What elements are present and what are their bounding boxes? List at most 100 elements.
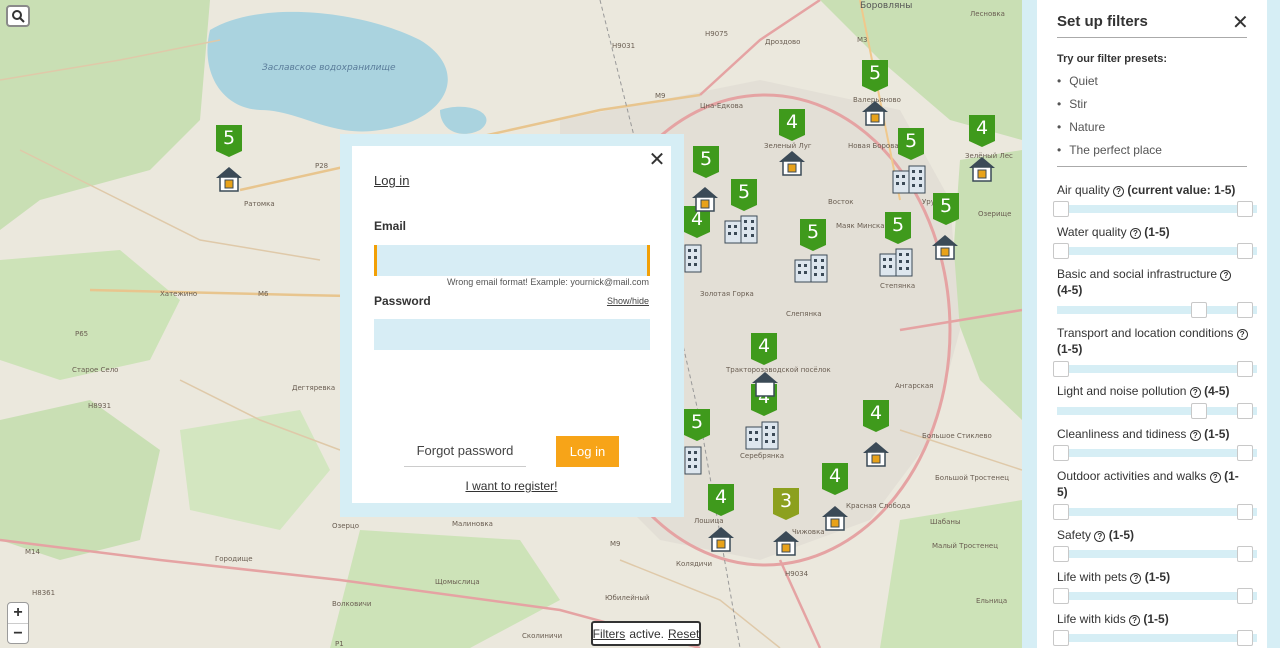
rating-marker[interactable]: 5 <box>216 125 242 157</box>
apartment-icon[interactable] <box>794 254 828 283</box>
rating-marker[interactable]: 5 <box>933 193 959 225</box>
rating-marker[interactable]: 4 <box>969 115 995 147</box>
apartment-icon[interactable] <box>684 446 714 475</box>
slider-min-handle[interactable] <box>1191 302 1207 318</box>
rating-marker[interactable]: 5 <box>885 212 911 244</box>
rating-marker[interactable]: 5 <box>684 409 710 441</box>
house-icon[interactable] <box>214 165 244 193</box>
register-link[interactable]: I want to register! <box>352 479 671 493</box>
filters-link[interactable]: Filters <box>593 627 626 641</box>
slider-max-handle[interactable] <box>1237 361 1253 377</box>
slider-max-handle[interactable] <box>1237 201 1253 217</box>
apartment-icon[interactable] <box>892 165 926 194</box>
slider-min-handle[interactable] <box>1053 504 1069 520</box>
preset-stir[interactable]: Stir <box>1057 97 1087 111</box>
show-hide-password-link[interactable]: Show/hide <box>607 296 649 306</box>
house-icon[interactable] <box>861 440 891 468</box>
help-icon[interactable]: ? <box>1094 531 1106 542</box>
slider-max-handle[interactable] <box>1237 546 1253 562</box>
house-icon[interactable] <box>750 370 780 398</box>
place-label: Сколиничи <box>522 632 563 640</box>
slider-light-noise[interactable] <box>1057 403 1257 419</box>
forgot-password-button[interactable]: Forgot password <box>404 436 526 467</box>
close-icon[interactable]: ✕ <box>648 150 666 170</box>
help-icon[interactable]: ? <box>1189 430 1201 441</box>
slider-min-handle[interactable] <box>1053 588 1069 604</box>
house-icon[interactable] <box>690 185 720 213</box>
house-icon[interactable] <box>860 99 890 127</box>
slider-min-handle[interactable] <box>1053 630 1069 646</box>
rating-marker[interactable]: 5 <box>800 219 826 251</box>
close-icon[interactable]: ✕ <box>1232 10 1249 35</box>
slider-min-handle[interactable] <box>1191 403 1207 419</box>
slider-safety[interactable] <box>1053 546 1257 562</box>
house-icon[interactable] <box>820 504 850 532</box>
slider-max-handle[interactable] <box>1237 403 1253 419</box>
preset-nature[interactable]: Nature <box>1057 120 1105 134</box>
help-icon[interactable]: ? <box>1189 387 1201 398</box>
login-tab-link[interactable]: Log in <box>374 173 409 188</box>
help-icon[interactable]: ? <box>1129 228 1141 239</box>
apartment-icon[interactable] <box>745 421 779 450</box>
slider-max-handle[interactable] <box>1237 243 1253 259</box>
house-icon[interactable] <box>777 149 807 177</box>
preset-perfect-place[interactable]: The perfect place <box>1057 143 1162 157</box>
slider-max-handle[interactable] <box>1237 588 1253 604</box>
house-icon[interactable] <box>967 155 997 183</box>
map-search-button[interactable] <box>6 5 30 27</box>
slider-max-handle[interactable] <box>1237 445 1253 461</box>
zoom-out-button[interactable]: − <box>8 623 28 643</box>
house-icon[interactable] <box>771 529 801 557</box>
email-field[interactable] <box>374 245 650 276</box>
rating-marker[interactable]: 4 <box>863 400 889 432</box>
rating-marker[interactable]: 5 <box>693 146 719 178</box>
place-label: Степянка <box>880 282 916 290</box>
slider-infrastructure[interactable] <box>1057 302 1257 318</box>
password-label: Password <box>374 294 431 308</box>
slider-min-handle[interactable] <box>1053 201 1069 217</box>
road-label: M9 <box>610 540 621 548</box>
rating-marker[interactable]: 4 <box>779 109 805 141</box>
sidebar-scrollbar[interactable] <box>1267 0 1280 648</box>
rating-marker[interactable]: 4 <box>751 333 777 365</box>
help-icon[interactable]: ? <box>1236 329 1248 340</box>
slider-outdoor[interactable] <box>1053 504 1257 520</box>
slider-min-handle[interactable] <box>1053 445 1069 461</box>
slider-cleanliness[interactable] <box>1053 445 1257 461</box>
help-icon[interactable]: ? <box>1129 615 1141 626</box>
slider-pets[interactable] <box>1053 588 1257 604</box>
apartment-icon[interactable] <box>684 244 714 273</box>
zoom-in-button[interactable]: + <box>8 603 28 623</box>
preset-quiet[interactable]: Quiet <box>1057 74 1098 88</box>
help-icon[interactable]: ? <box>1130 573 1142 584</box>
apartment-icon[interactable] <box>724 215 758 244</box>
help-icon[interactable]: ? <box>1209 472 1221 483</box>
house-icon[interactable] <box>706 525 736 553</box>
slider-min-handle[interactable] <box>1053 361 1069 377</box>
house-icon[interactable] <box>930 233 960 261</box>
login-button[interactable]: Log in <box>556 436 619 467</box>
slider-water-quality[interactable] <box>1053 243 1257 259</box>
slider-max-handle[interactable] <box>1237 630 1253 646</box>
slider-min-handle[interactable] <box>1053 243 1069 259</box>
rating-marker[interactable]: 5 <box>862 60 888 92</box>
reset-link[interactable]: Reset <box>668 627 699 641</box>
slider-max-handle[interactable] <box>1237 504 1253 520</box>
rating-marker[interactable]: 3 <box>773 488 799 520</box>
rating-marker[interactable]: 4 <box>708 484 734 516</box>
slider-kids[interactable] <box>1053 630 1257 646</box>
rating-marker[interactable]: 5 <box>731 179 757 211</box>
slider-max-handle[interactable] <box>1237 302 1253 318</box>
help-icon[interactable]: ? <box>1220 270 1232 281</box>
place-label: Ангарская <box>895 382 934 390</box>
slider-transport[interactable] <box>1053 361 1257 377</box>
rating-marker[interactable]: 4 <box>822 463 848 495</box>
slider-air-quality[interactable] <box>1053 201 1257 217</box>
slider-min-handle[interactable] <box>1053 546 1069 562</box>
road-label: P1 <box>335 640 344 648</box>
help-icon[interactable]: ? <box>1113 186 1125 197</box>
password-field[interactable] <box>374 319 650 350</box>
rating-marker[interactable]: 5 <box>898 128 924 160</box>
place-label: Малый Тростенец <box>932 542 998 550</box>
apartment-icon[interactable] <box>879 248 913 277</box>
